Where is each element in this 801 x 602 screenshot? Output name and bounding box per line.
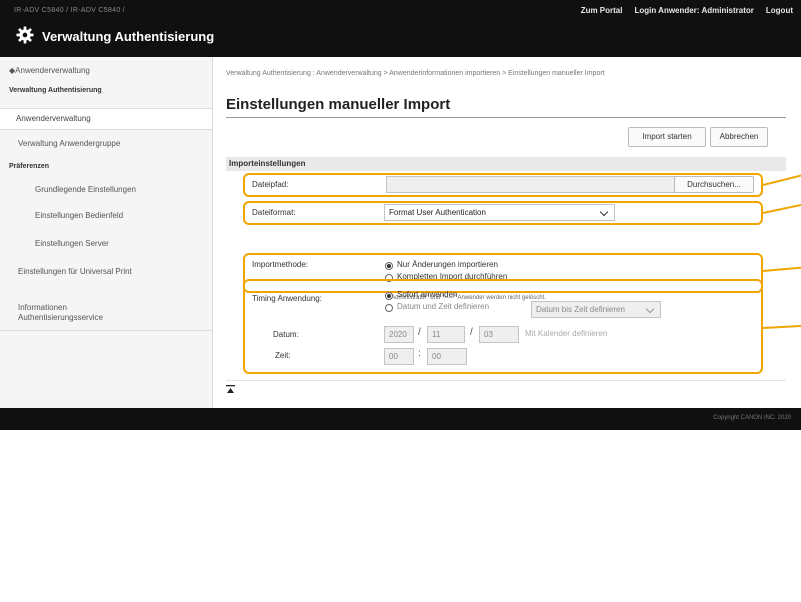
section-bottom-divider <box>226 380 786 381</box>
radio-timing-immediate[interactable] <box>385 292 393 300</box>
sidebar-section-preferences: Präferenzen <box>9 163 50 170</box>
main-content: Verwaltung Authentisierung : Anwenderver… <box>213 57 801 408</box>
file-format-label: Dateiformat: <box>252 208 296 217</box>
login-user-text: Login Anwender: <box>634 6 700 15</box>
sidebar-item-user-management[interactable]: Anwenderverwaltung <box>0 108 212 130</box>
chevron-down-icon <box>599 207 609 217</box>
import-settings-header: Importeinstellungen <box>226 157 786 171</box>
cancel-button[interactable]: Abbrechen <box>710 127 768 147</box>
import-method-label: Importmethode: <box>252 260 309 269</box>
page-title: Einstellungen manueller Import <box>226 96 451 113</box>
timing-option-immediate-label: Sofort anwenden <box>397 290 458 299</box>
footer-bar: Copyright CANON INC. 2020 <box>0 408 801 430</box>
chevron-down-icon <box>645 304 655 314</box>
timing-option-scheduled-label: Datum und Zeit definieren <box>397 302 490 311</box>
date-day-input[interactable]: 03 <box>479 326 519 343</box>
logout-link[interactable]: Logout <box>766 6 793 15</box>
gear-icon <box>16 26 34 44</box>
login-user-label: Login Anwender: Administrator <box>634 6 753 15</box>
scroll-to-top-icon[interactable] <box>226 385 235 394</box>
sidebar-item-server-settings[interactable]: Einstellungen Server <box>0 239 212 248</box>
sidebar-item-auth-service-info[interactable]: Informationen Authentisierungsservice <box>0 303 150 323</box>
date-separator-1: / <box>418 327 421 338</box>
date-separator-2: / <box>470 327 473 338</box>
time-separator: : <box>418 348 421 359</box>
callout-line-4 <box>762 324 801 329</box>
date-year-input[interactable]: 2020 <box>384 326 414 343</box>
sidebar-item-panel-settings[interactable]: Einstellungen Bedienfeld <box>0 211 212 220</box>
header-bar: IR-ADV C5840 / IR-ADV C5840 / Zum Portal… <box>0 0 801 57</box>
radio-import-changes[interactable] <box>385 262 393 270</box>
sidebar-section-auth: Verwaltung Authentisierung <box>9 87 102 94</box>
sidebar-divider <box>0 330 212 331</box>
file-path-input[interactable] <box>386 176 677 193</box>
timing-mode-value: Datum bis Zeit definieren <box>536 305 625 314</box>
device-name: IR-ADV C5840 / IR-ADV C5840 / <box>14 7 126 14</box>
date-label: Datum: <box>273 330 299 339</box>
sidebar-item-universal-print[interactable]: Einstellungen für Universal Print <box>0 267 212 276</box>
callout-line-2 <box>762 203 801 214</box>
callout-line-1 <box>762 174 801 186</box>
portal-link[interactable]: Zum Portal <box>581 6 623 15</box>
calendar-link[interactable]: Mit Kalender definieren <box>525 329 607 338</box>
callout-line-3 <box>762 266 801 272</box>
timing-mode-select[interactable]: Datum bis Zeit definieren <box>531 301 661 318</box>
file-format-value: Format User Authentication <box>389 208 486 217</box>
timing-label: Timing Anwendung: <box>252 294 322 303</box>
time-hour-input[interactable]: 00 <box>384 348 414 365</box>
radio-timing-scheduled[interactable] <box>385 304 393 312</box>
title-divider <box>226 117 786 118</box>
user-name: Administrator <box>701 6 754 15</box>
header-links: Zum Portal Login Anwender: Administrator… <box>581 6 793 15</box>
sidebar-back-link[interactable]: ◆Anwenderverwaltung <box>9 66 221 75</box>
time-minute-input[interactable]: 00 <box>427 348 467 365</box>
file-format-select[interactable]: Format User Authentication <box>384 204 615 221</box>
breadcrumb: Verwaltung Authentisierung : Anwenderver… <box>226 70 605 77</box>
sidebar-item-basic-settings[interactable]: Grundlegende Einstellungen <box>0 185 212 194</box>
file-path-label: Dateipfad: <box>252 180 289 189</box>
sidebar-item-group-management[interactable]: Verwaltung Anwendergruppe <box>0 139 212 148</box>
browse-button[interactable]: Durchsuchen... <box>674 176 754 193</box>
import-start-button[interactable]: Import starten <box>628 127 706 147</box>
copyright-text: Copyright CANON INC. 2020 <box>713 415 791 421</box>
sidebar-back-label: Anwenderverwaltung <box>15 66 90 75</box>
time-label: Zeit: <box>275 351 291 360</box>
sidebar: ◆Anwenderverwaltung Verwaltung Authentis… <box>0 57 213 408</box>
date-month-input[interactable]: 11 <box>427 326 465 343</box>
import-option-changes-label: Nur Änderungen importieren <box>397 260 498 269</box>
app-title: Verwaltung Authentisierung <box>42 29 215 44</box>
